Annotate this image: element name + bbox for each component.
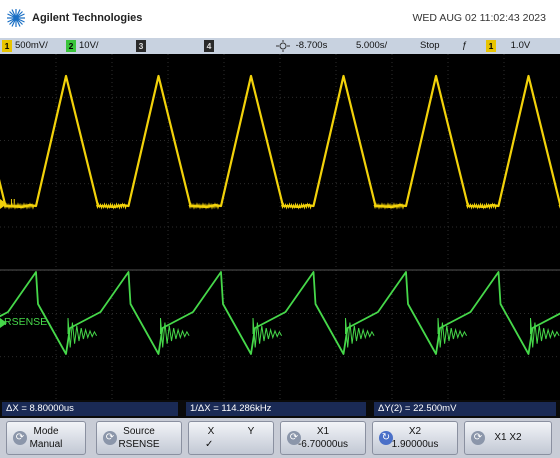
delta-y-readout: ΔY(2) = 22.500mV [374, 402, 556, 416]
run-state[interactable]: Stop [420, 40, 440, 52]
channel-2-badge: 2 [66, 40, 76, 52]
channel-1-trace-label: IL [10, 197, 19, 209]
delta-x-readout: ΔX = 8.80000us [2, 402, 178, 416]
channel-3-badge: 3 [136, 40, 146, 52]
inverse-delta-x-readout: 1/ΔX = 114.286kHz [186, 402, 366, 416]
trigger-source-setting[interactable]: 1 1.0V [486, 40, 530, 52]
run-state-label: Stop [420, 40, 440, 51]
trigger-channel-badge: 1 [486, 40, 496, 52]
channel-markers [0, 199, 7, 328]
channel-1-badge: 1 [2, 40, 12, 52]
trigger-icon [276, 40, 290, 52]
knob-icon: ⟳ [103, 431, 117, 445]
status-bar: 1 500mV/ 2 10V/ 3 4 -8.700s 5.000s/ Stop ƒ… [0, 38, 560, 54]
channel-1-noise [466, 202, 497, 210]
x-cursor-option: X [207, 426, 215, 437]
x1-cursor-softkey[interactable]: ⟳ X1 -6.70000us [280, 421, 366, 455]
channel-4-setting[interactable]: 4 [204, 40, 214, 52]
channel-2-trace-label: RSENSE [4, 316, 48, 328]
trigger-level: 1.0V [510, 40, 531, 51]
channel-3-setting[interactable]: 3 [136, 40, 146, 52]
top-bar: Agilent Technologies WED AUG 02 11:02:43… [0, 0, 560, 38]
trigger-position-setting[interactable]: -8.700s [276, 40, 327, 52]
y-cursor-option: Y [247, 426, 255, 437]
channel-1-noise [281, 202, 312, 210]
brand-name: Agilent Technologies [32, 12, 143, 24]
x-selected-check-icon: ✓ [205, 439, 214, 450]
source-softkey[interactable]: ⟳ Source RSENSE [96, 421, 182, 455]
knob-icon: ⟳ [471, 431, 485, 445]
timebase-value: 5.000s/ [356, 40, 388, 51]
channel-1-noise [188, 202, 220, 210]
channel-2-scale: 10V/ [79, 40, 99, 51]
rotate-knob-icon: ↻ [379, 431, 393, 445]
timebase-setting[interactable]: 5.000s/ [356, 40, 387, 52]
waveform-display[interactable]: IL RSENSE [0, 54, 560, 400]
xy-cursor-softkey[interactable]: X Y ✓ [188, 421, 274, 455]
channel-1-noise [3, 202, 35, 210]
channel-2-trace [0, 271, 560, 355]
channel-4-badge: 4 [204, 40, 214, 52]
mode-softkey[interactable]: ⟳ Mode Manual [6, 421, 86, 455]
channel-1-trace [0, 74, 560, 209]
x1-x2-cursor-softkey[interactable]: ⟳ X1 X2 [464, 421, 552, 455]
channel-1-setting[interactable]: 1 500mV/ [2, 40, 48, 52]
knob-icon: ⟳ [13, 431, 27, 445]
softkey-bar: ⟳ Mode Manual ⟳ Source RSENSE X Y ✓ ⟳ X1 … [0, 418, 560, 458]
x2-cursor-softkey[interactable]: ↻ X2 1.90000us [372, 421, 458, 455]
knob-icon: ⟳ [287, 431, 301, 445]
date-time: WED AUG 02 11:02:43 2023 [412, 12, 546, 24]
waveform-graticule [0, 54, 560, 400]
trigger-delay: -8.700s [295, 40, 328, 51]
graticule-grid [0, 54, 560, 400]
channel-1-noise [96, 202, 127, 210]
channel-1-scale: 500mV/ [15, 40, 48, 51]
trigger-slope[interactable]: ƒ [462, 40, 467, 52]
agilent-logo-icon [7, 9, 25, 27]
measurement-bar: ΔX = 8.80000us 1/ΔX = 114.286kHz ΔY(2) =… [0, 400, 560, 418]
trigger-slope-icon: ƒ [462, 40, 468, 51]
channel-1-noise [373, 202, 405, 210]
channel-2-setting[interactable]: 2 10V/ [66, 40, 99, 52]
